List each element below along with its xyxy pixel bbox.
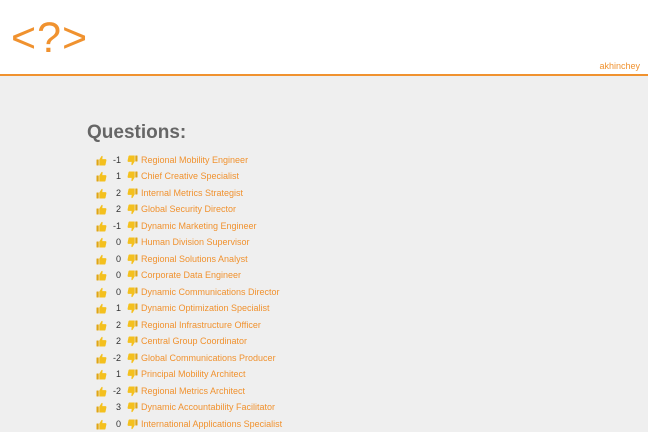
question-row: -1 Regional Mobility Engineer [96,152,648,169]
site-header: <?> akhinchey [0,0,648,76]
vote-score: 2 [115,336,121,347]
thumbs-up-icon[interactable] [96,386,107,397]
question-row: 0 Dynamic Communications Director [96,284,648,301]
thumbs-up-icon[interactable] [96,254,107,265]
vote-score: 0 [115,418,121,429]
question-link[interactable]: Dynamic Optimization Specialist [141,303,270,314]
thumbs-down-icon[interactable] [127,270,138,281]
question-link[interactable]: Principal Mobility Architect [141,369,246,380]
vote-score: 0 [115,253,121,264]
question-link[interactable]: Internal Metrics Strategist [141,188,243,199]
question-link[interactable]: Regional Solutions Analyst [141,254,248,265]
thumbs-up-icon[interactable] [96,336,107,347]
thumbs-up-icon[interactable] [96,188,107,199]
question-link[interactable]: Global Communications Producer [141,353,276,364]
question-link[interactable]: Regional Mobility Engineer [141,155,248,166]
user-profile-link[interactable]: akhinchey [599,61,640,72]
question-row: -2 Global Communications Producer [96,350,648,367]
vote-score: 1 [115,369,121,380]
vote-score: 2 [115,187,121,198]
vote-score: -1 [112,154,121,165]
vote-score: 0 [115,286,121,297]
question-row: 1 Principal Mobility Architect [96,367,648,384]
thumbs-down-icon[interactable] [127,320,138,331]
question-link[interactable]: International Applications Specialist [141,419,282,430]
question-row: 2 Central Group Coordinator [96,334,648,351]
thumbs-up-icon[interactable] [96,320,107,331]
vote-score: 0 [115,270,121,281]
page-title: Questions: [87,122,187,143]
vote-score: 2 [115,204,121,215]
thumbs-down-icon[interactable] [127,155,138,166]
question-row: 0 Regional Solutions Analyst [96,251,648,268]
question-row: 3 Dynamic Accountability Facilitator [96,400,648,417]
thumbs-up-icon[interactable] [96,303,107,314]
thumbs-up-icon[interactable] [96,221,107,232]
thumbs-down-icon[interactable] [127,369,138,380]
vote-score: 1 [115,171,121,182]
thumbs-down-icon[interactable] [127,204,138,215]
question-row: 2 Regional Infrastructure Officer [96,317,648,334]
thumbs-up-icon[interactable] [96,402,107,413]
thumbs-down-icon[interactable] [127,303,138,314]
vote-score: 3 [115,402,121,413]
thumbs-down-icon[interactable] [127,254,138,265]
question-link[interactable]: Corporate Data Engineer [141,270,241,281]
thumbs-up-icon[interactable] [96,287,107,298]
thumbs-down-icon[interactable] [127,419,138,430]
question-link[interactable]: Chief Creative Specialist [141,171,239,182]
question-link[interactable]: Human Division Supervisor [141,237,250,248]
question-link[interactable]: Regional Metrics Architect [141,386,245,397]
question-link[interactable]: Central Group Coordinator [141,336,247,347]
question-link[interactable]: Dynamic Accountability Facilitator [141,402,275,413]
question-link[interactable]: Global Security Director [141,204,236,215]
question-link[interactable]: Dynamic Communications Director [141,287,280,298]
question-row: 0 Human Division Supervisor [96,235,648,252]
vote-score: -2 [112,385,121,396]
thumbs-up-icon[interactable] [96,171,107,182]
thumbs-up-icon[interactable] [96,353,107,364]
vote-score: 2 [115,319,121,330]
vote-score: -1 [112,220,121,231]
thumbs-up-icon[interactable] [96,237,107,248]
thumbs-up-icon[interactable] [96,204,107,215]
thumbs-down-icon[interactable] [127,171,138,182]
question-link[interactable]: Regional Infrastructure Officer [141,320,261,331]
vote-score: -2 [112,352,121,363]
thumbs-down-icon[interactable] [127,336,138,347]
question-row: -1 Dynamic Marketing Engineer [96,218,648,235]
thumbs-down-icon[interactable] [127,287,138,298]
site-logo[interactable]: <?> [11,13,88,63]
thumbs-up-icon[interactable] [96,419,107,430]
thumbs-up-icon[interactable] [96,270,107,281]
question-row: 2 Internal Metrics Strategist [96,185,648,202]
vote-score: 1 [115,303,121,314]
thumbs-down-icon[interactable] [127,386,138,397]
main-content: Questions: -1 Regional Mobility Engineer 1… [0,76,648,432]
thumbs-down-icon[interactable] [127,237,138,248]
question-row: 0 International Applications Specialist [96,416,648,432]
thumbs-down-icon[interactable] [127,353,138,364]
question-row: 0 Corporate Data Engineer [96,268,648,285]
question-row: 1 Chief Creative Specialist [96,169,648,186]
question-row: 2 Global Security Director [96,202,648,219]
thumbs-up-icon[interactable] [96,155,107,166]
thumbs-down-icon[interactable] [127,188,138,199]
thumbs-up-icon[interactable] [96,369,107,380]
question-list: -1 Regional Mobility Engineer 1 Chief Creat… [96,152,648,432]
question-row: 1 Dynamic Optimization Specialist [96,301,648,318]
question-row: -2 Regional Metrics Architect [96,383,648,400]
question-link[interactable]: Dynamic Marketing Engineer [141,221,257,232]
vote-score: 0 [115,237,121,248]
thumbs-down-icon[interactable] [127,402,138,413]
thumbs-down-icon[interactable] [127,221,138,232]
